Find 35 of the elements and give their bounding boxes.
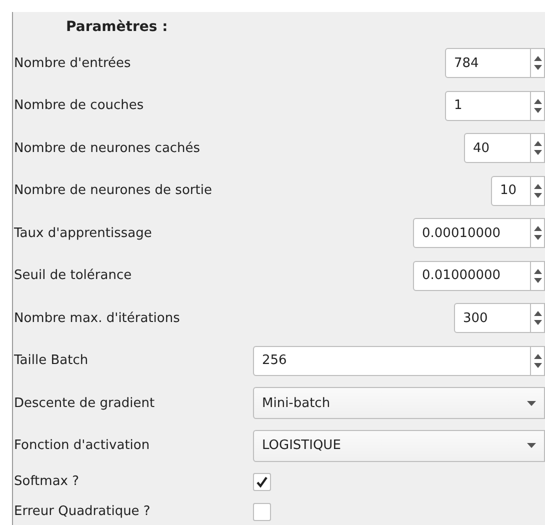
field-label: Nombre max. d'itérations [14, 310, 180, 326]
number-spinbox[interactable]: 256 [253, 346, 545, 376]
field-label: Nombre de couches [14, 98, 144, 113]
number-spinbox[interactable]: 10 [491, 176, 545, 206]
dropdown[interactable]: Mini-batch [253, 387, 545, 420]
number-spinbox[interactable]: 0.01000000 [413, 260, 545, 291]
field-label: Taux d'apprentissage [14, 226, 152, 240]
spinner-arrows-icon[interactable] [533, 139, 543, 158]
checkbox[interactable] [253, 503, 271, 521]
field-label: Nombre de neurones de sortie [14, 183, 212, 198]
field-label: Taille Batch [14, 353, 88, 368]
dropdown[interactable]: LOGISTIQUE [253, 430, 545, 462]
section-title: Paramètres : [66, 18, 168, 36]
spinner-arrows-icon[interactable] [533, 96, 543, 115]
spinner-arrows-icon[interactable] [533, 352, 543, 370]
number-spinbox[interactable]: 300 [454, 303, 545, 334]
spinner-arrows-icon[interactable] [533, 309, 543, 328]
field-label: Softmax ? [14, 474, 80, 490]
field-label: Fonction d'activation [14, 438, 150, 453]
field-label: Erreur Quadratique ? [14, 504, 150, 520]
spinner-arrows-icon[interactable] [533, 54, 543, 72]
spinner-arrows-icon[interactable] [533, 182, 543, 200]
caret-icon [527, 443, 536, 448]
number-spinbox[interactable]: 40 [464, 133, 545, 164]
field-label: Nombre de neurones cachés [14, 140, 200, 156]
number-spinbox[interactable]: 1 [445, 90, 545, 121]
checkbox[interactable] [253, 473, 271, 491]
spinner-arrows-icon[interactable] [533, 266, 543, 285]
caret-icon [527, 400, 536, 406]
field-label: Seuil de tolérance [14, 268, 132, 283]
number-spinbox[interactable]: 784 [445, 48, 545, 78]
number-spinbox[interactable]: 0.00010000 [413, 218, 545, 248]
spinner-arrows-icon[interactable] [533, 224, 543, 242]
field-label: Nombre d'entrées [14, 56, 131, 70]
field-label: Descente de gradient [14, 396, 155, 410]
